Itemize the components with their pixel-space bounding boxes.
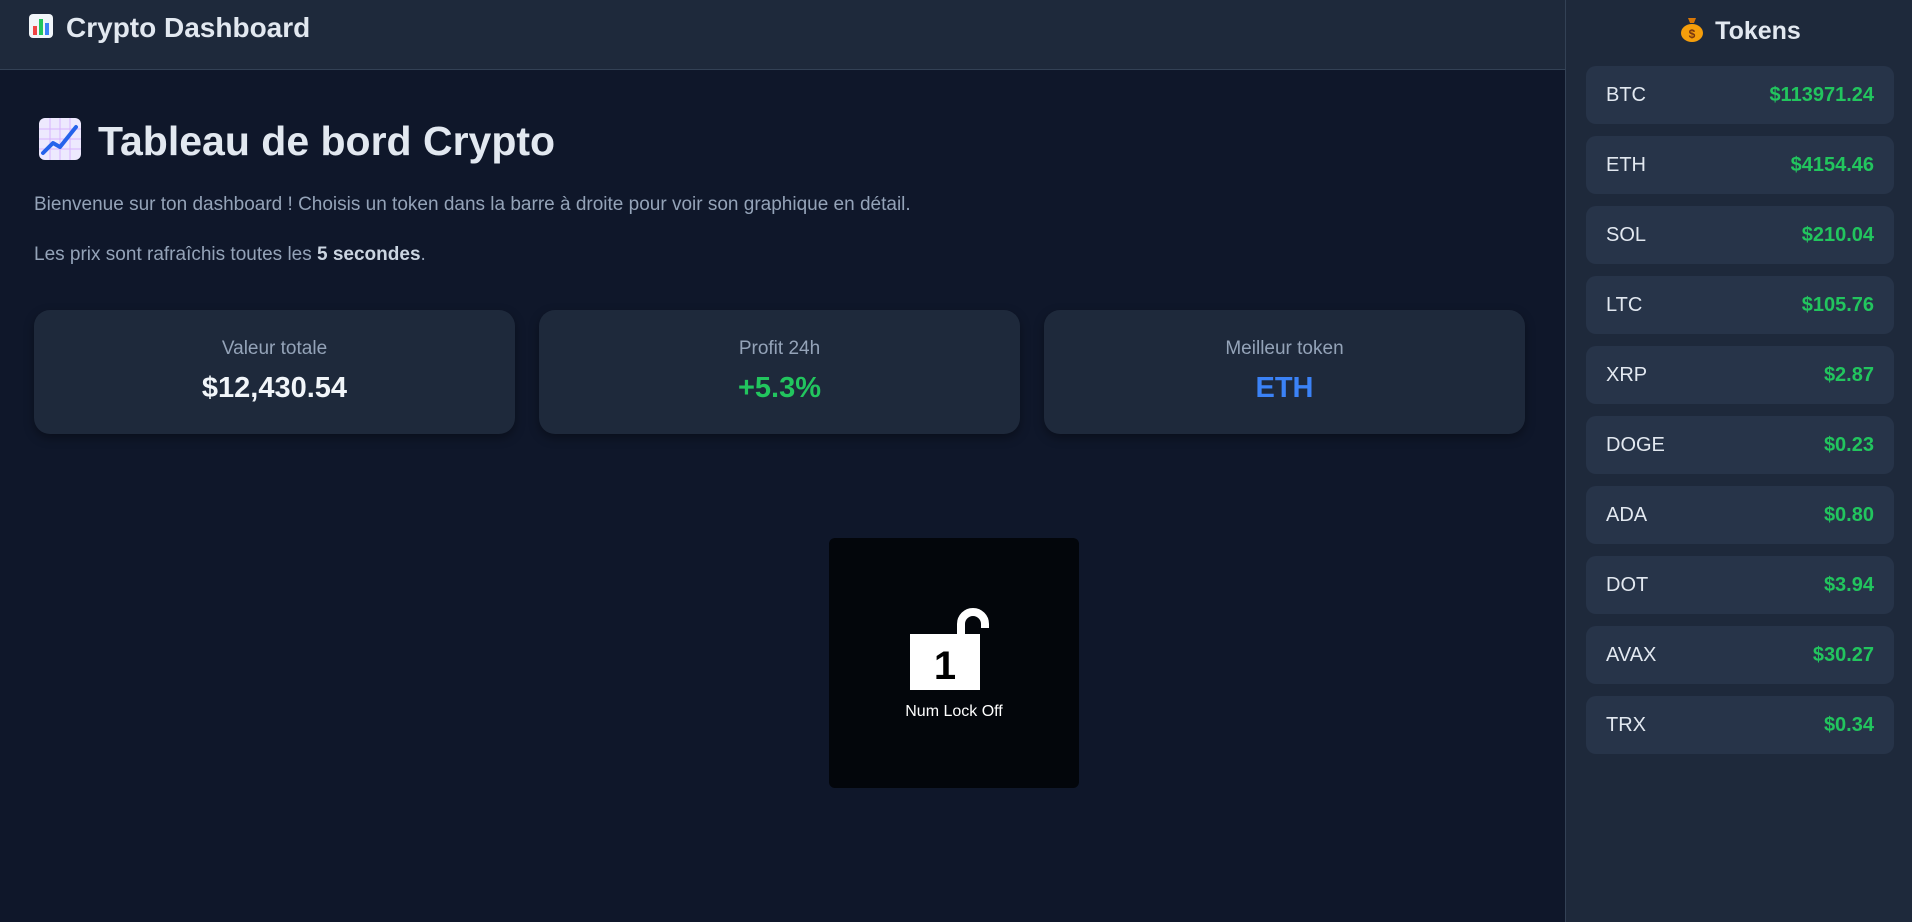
- token-symbol: AVAX: [1606, 643, 1657, 666]
- token-price: $3.94: [1823, 573, 1874, 596]
- token-item-dot[interactable]: DOT $3.94: [1586, 556, 1894, 614]
- token-price: $0.23: [1823, 433, 1874, 456]
- bar-chart-icon: [28, 13, 54, 44]
- app-title: Crypto Dashboard: [66, 12, 311, 43]
- token-item-ltc[interactable]: LTC $105.76: [1586, 276, 1894, 334]
- token-symbol: BTC: [1606, 83, 1646, 106]
- sidebar-title-text: Tokens: [1715, 16, 1801, 45]
- token-item-sol[interactable]: SOL $210.04: [1586, 206, 1894, 264]
- token-item-avax[interactable]: AVAX $30.27: [1586, 626, 1894, 684]
- token-item-doge[interactable]: DOGE $0.23: [1586, 416, 1894, 474]
- token-price: $2.87: [1823, 363, 1874, 386]
- token-item-ada[interactable]: ADA $0.80: [1586, 486, 1894, 544]
- refresh-prefix: Les prix sont rafraîchis toutes les: [34, 244, 318, 265]
- stat-value: ETH: [1255, 372, 1314, 404]
- tokens-sidebar: $ Tokens BTC $113971.24 ETH $4154.46 SOL…: [1565, 0, 1912, 922]
- token-price: $30.27: [1812, 643, 1874, 666]
- stat-card-profit-24h: Profit 24h +5.3%: [539, 310, 1020, 434]
- intro-text: Bienvenue sur ton dashboard ! Choisis un…: [34, 194, 911, 215]
- page-title: Tableau de bord Crypto: [38, 117, 555, 166]
- refresh-suffix: .: [420, 244, 426, 265]
- token-item-trx[interactable]: TRX $0.34: [1586, 696, 1894, 754]
- token-item-xrp[interactable]: XRP $2.87: [1586, 346, 1894, 404]
- token-symbol: TRX: [1606, 713, 1646, 736]
- stat-card-best-token: Meilleur token ETH: [1044, 310, 1525, 434]
- brand[interactable]: Crypto Dashboard: [28, 12, 310, 44]
- num-lock-digit: 1: [934, 644, 956, 688]
- app-window: Crypto Dashboard Tableau de bord Crypto …: [0, 0, 1912, 922]
- token-symbol: XRP: [1606, 363, 1648, 386]
- chart-increasing-icon: [38, 117, 82, 166]
- stat-label: Valeur totale: [221, 338, 328, 359]
- token-price: $4154.46: [1790, 153, 1874, 176]
- stat-value: $12,430.54: [201, 372, 348, 404]
- token-price: $105.76: [1801, 293, 1874, 316]
- token-price: $113971.24: [1769, 83, 1874, 106]
- token-symbol: ETH: [1606, 153, 1646, 176]
- money-bag-icon: $: [1679, 15, 1705, 48]
- stat-label: Profit 24h: [738, 338, 821, 359]
- svg-text:$: $: [1689, 27, 1696, 41]
- top-header: Crypto Dashboard: [0, 0, 1565, 70]
- sidebar-title: $ Tokens: [1586, 14, 1894, 48]
- token-item-btc[interactable]: BTC $113971.24: [1586, 66, 1894, 124]
- token-symbol: LTC: [1606, 293, 1643, 316]
- stat-card-total-value: Valeur totale $12,430.54: [34, 310, 515, 434]
- token-price: $0.80: [1823, 503, 1874, 526]
- unlock-icon: 1: [908, 600, 1000, 697]
- refresh-interval: 5 secondes: [317, 244, 421, 265]
- stat-label: Meilleur token: [1225, 338, 1344, 359]
- token-symbol: DOGE: [1606, 433, 1665, 456]
- main-content: Tableau de bord Crypto Bienvenue sur ton…: [0, 71, 1565, 922]
- token-item-eth[interactable]: ETH $4154.46: [1586, 136, 1894, 194]
- stat-value: +5.3%: [737, 372, 822, 404]
- token-symbol: SOL: [1606, 223, 1647, 246]
- token-price: $210.04: [1801, 223, 1874, 246]
- page-title-text: Tableau de bord Crypto: [98, 118, 556, 164]
- token-symbol: ADA: [1606, 503, 1648, 526]
- refresh-text: Les prix sont rafraîchis toutes les 5 se…: [34, 244, 426, 266]
- token-price: $0.34: [1823, 713, 1874, 736]
- stats-row: Valeur totale $12,430.54 Profit 24h +5.3…: [34, 310, 1525, 434]
- num-lock-label: Num Lock Off: [905, 703, 1003, 720]
- num-lock-overlay: 1 Num Lock Off: [829, 538, 1079, 788]
- token-symbol: DOT: [1606, 573, 1649, 596]
